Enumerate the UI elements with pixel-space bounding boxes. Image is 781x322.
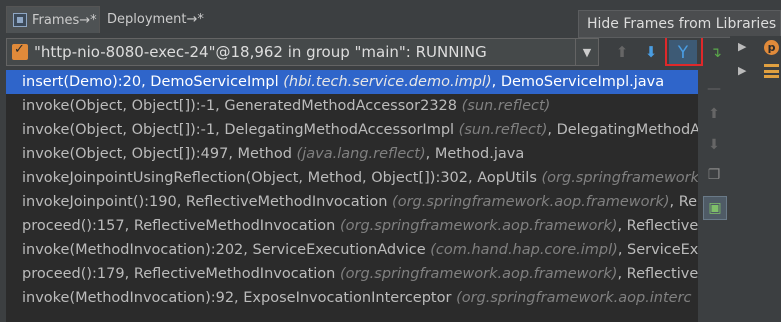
frame-file: , Reflective [617,266,698,282]
frame-file: , Reflective [617,218,698,234]
frame-method: insert(Demo):20, DemoServiceImpl [22,74,284,90]
frame-package: (sun.reflect) [461,98,551,114]
tab-frames-label: Frames [32,12,80,28]
frame-row[interactable]: proceed():157, ReflectiveMethodInvocatio… [6,214,698,238]
frame-package: (sun.reflect) [458,122,548,138]
frame-package: (org.springframework.aop.framework) [339,218,618,234]
frame-method: invoke(Object, Object[]):-1, GeneratedMe… [22,98,462,114]
frame-row[interactable]: insert(Demo):20, DemoServiceImpl (hbi.te… [6,70,698,94]
frame-method: invokeJoinpointUsingReflection(Object, M… [22,170,542,186]
frame-file: , ServiceExe [617,242,698,258]
previous-frame-icon[interactable]: ⬆ [612,42,632,62]
field-list-icon [764,64,779,78]
frame-file: , DemoServiceImpl.java [491,74,665,90]
frame-package: (hbi.tech.service.demo.impl) [283,74,492,90]
frame-file: , DelegatingMethodA [547,122,698,138]
frame-row[interactable]: proceed():179, ReflectiveMethodInvocatio… [6,262,698,286]
next-frame-icon[interactable]: ⬇ [641,42,661,62]
thread-label: "http-nio-8080-exec-24"@18,962 in group … [34,43,487,61]
frame-row[interactable]: invokeJoinpoint():190, ReflectiveMethodI… [6,190,698,214]
frame-package: (java.lang.reflect) [296,146,426,162]
frame-method: proceed():157, ReflectiveMethodInvocatio… [22,218,340,234]
arrow-up-icon[interactable]: ⬆ [703,103,725,125]
tab-frames-pin: →* [79,12,97,28]
frame-method: proceed():179, ReflectiveMethodInvocatio… [22,266,340,282]
frame-package: (org.springframework.aop.framework) [339,266,618,282]
variables-pane [730,36,781,322]
minus-icon[interactable]: — [703,78,725,100]
frame-package: (org.springframework.aop.interc [456,290,692,306]
frame-method: invoke(Object, Object[]):497, Method [22,146,297,162]
frame-row[interactable]: invoke(MethodInvocation):92, ExposeInvoc… [6,286,698,310]
tab-frames[interactable]: Frames →* [6,6,100,33]
expand-arrow-icon[interactable]: ▶ [738,64,746,77]
thread-selector[interactable]: "http-nio-8080-exec-24"@18,962 in group … [6,38,599,66]
frame-package: (org.springframework.aop.framework) [392,194,670,210]
frame-row[interactable]: invoke(Object, Object[]):497, Method (ja… [6,142,698,166]
frame-method: invoke(Object, Object[]):-1, DelegatingM… [22,122,459,138]
thread-running-icon [12,42,28,60]
tab-deployment-label: Deployment [107,11,187,27]
frame-file: , Method.java [425,146,525,162]
frame-row[interactable]: invoke(MethodInvocation):202, ServiceExe… [6,238,698,262]
frame-package: (org.springframework [541,170,699,186]
export-threads-icon[interactable]: ↴ [706,42,726,64]
frame-row[interactable]: invoke(Object, Object[]):-1, GeneratedMe… [6,94,698,118]
frame-file: , Re [669,194,698,210]
parameter-icon: p [764,40,779,55]
expand-arrow-icon[interactable]: ▶ [738,40,746,53]
tab-deployment-pin: →* [186,11,204,27]
frame-method: invoke(MethodInvocation):202, ServiceExe… [22,242,431,258]
tooltip: Hide Frames from Libraries [578,10,781,38]
frame-method: invokeJoinpoint():190, ReflectiveMethodI… [22,194,393,210]
copy-stack-icon[interactable]: ❐ [703,164,725,186]
chevron-down-icon[interactable]: ▼ [575,39,598,65]
arrow-down-icon[interactable]: ⬇ [703,134,725,156]
tab-deployment[interactable]: Deployment →* [101,6,207,32]
restore-layout-icon[interactable]: ▣ [703,196,727,220]
frames-list: insert(Demo):20, DemoServiceImpl (hbi.te… [6,70,698,322]
frames-icon [13,13,27,27]
frame-method: invoke(MethodInvocation):92, ExposeInvoc… [22,290,457,306]
frame-package: (com.hand.hap.core.impl) [430,242,618,258]
frame-row[interactable]: invokeJoinpointUsingReflection(Object, M… [6,166,698,190]
frame-row[interactable]: invoke(Object, Object[]):-1, DelegatingM… [6,118,698,142]
